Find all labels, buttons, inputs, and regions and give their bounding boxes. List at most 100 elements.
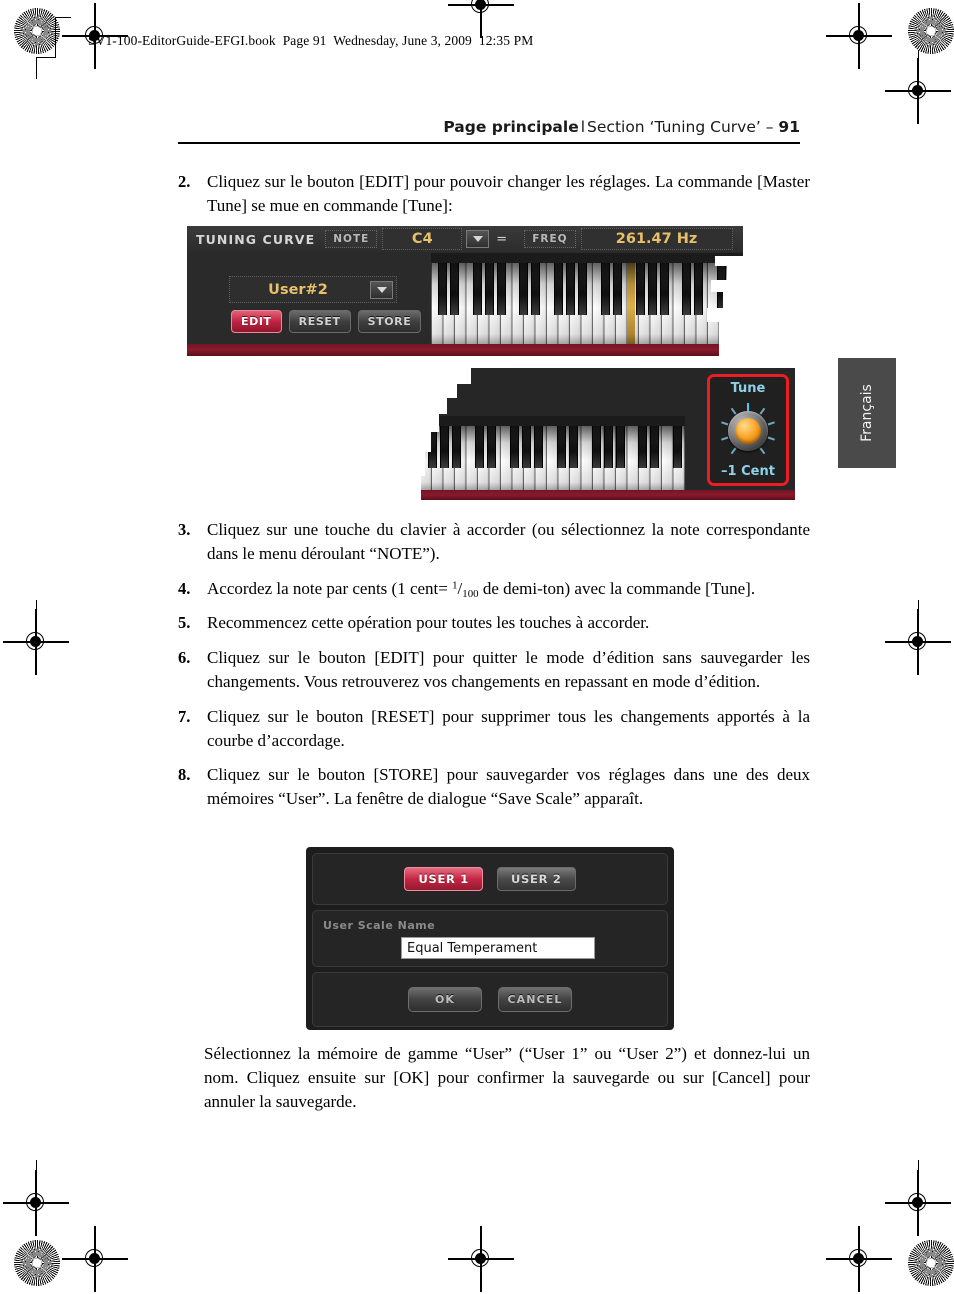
registration-mark-bottom-center: [448, 1226, 514, 1292]
step-item: 4. Accordez la note par cents (1 cent= 1…: [178, 577, 810, 601]
freq-label: FREQ: [524, 230, 576, 248]
cancel-button[interactable]: CANCEL: [498, 987, 572, 1012]
figure-torn-edge: [417, 368, 471, 384]
store-button[interactable]: STORE: [357, 310, 422, 333]
page-header-section: Section ‘Tuning Curve’ –: [587, 118, 774, 136]
keyboard-lid: [431, 253, 743, 263]
step-number: 2.: [178, 172, 191, 191]
registration-mark-bottom-left: [62, 1226, 128, 1292]
figure-torn-edge: [417, 398, 447, 414]
ok-button[interactable]: OK: [408, 987, 482, 1012]
figure-torn-edge: [707, 308, 787, 322]
registration-mark-top-right: [826, 3, 892, 69]
step-text: Accordez la note par cents (1 cent= 1/10…: [207, 578, 756, 600]
file-stamp: SV1-100-EditorGuide-EFGI.book Page 91 We…: [88, 33, 534, 48]
step-item: 8. Cliquez sur le bouton [STORE] pour sa…: [178, 763, 810, 811]
user-2-button[interactable]: USER 2: [497, 867, 576, 891]
registration-mark-bottom-right: [826, 1226, 892, 1292]
edit-button[interactable]: EDIT: [231, 310, 282, 333]
user-scale-name-section: User Scale Name Equal Temperament: [312, 910, 668, 967]
step-item: 2. Cliquez sur le bouton [EDIT] pour pou…: [178, 170, 810, 218]
figure-torn-edge: [417, 384, 457, 398]
user-memory-section: USER 1 USER 2: [312, 853, 668, 905]
figure-torn-edge: [417, 476, 421, 500]
step-text: Cliquez sur une touche du clavier à acco…: [207, 520, 810, 563]
user-scale-name-value: Equal Temperament: [407, 940, 538, 956]
keyboard-shading: [431, 263, 743, 344]
fraction-denominator: 100: [462, 587, 479, 600]
figure-tune-knob: Tune –1 Cent: [355, 368, 795, 500]
tuning-curve-buttons: EDIT RESET STORE: [231, 310, 422, 333]
step-text: Cliquez sur le bouton [RESET] pour suppr…: [207, 706, 810, 750]
tune-knob-cap[interactable]: [735, 418, 761, 444]
scale-selector-value: User#2: [268, 281, 328, 298]
step-number: 5.: [178, 613, 191, 633]
step-number: 3.: [178, 520, 191, 539]
tune-knob-panel: Tune –1 Cent: [707, 374, 789, 486]
registration-rosette-top-right: [908, 8, 954, 54]
figure-torn-edge: [417, 452, 425, 476]
figure-torn-edge: [417, 414, 439, 432]
figure-tuning-curve-panel: TUNING CURVE NOTE C4 = FREQ 261.47 Hz Us…: [187, 226, 787, 356]
fraction-numerator: 1: [452, 578, 458, 591]
page-header-title: Page principale: [443, 118, 579, 136]
closing-paragraph: Sélectionnez la mémoire de gamme “User” …: [204, 1044, 810, 1111]
tune-knob-title: Tune: [730, 381, 766, 396]
registration-rosette-bottom-right: [908, 1240, 954, 1286]
scale-selector[interactable]: User#2: [229, 276, 397, 303]
instruction-steps-continued: 3. Cliquez sur une touche du clavier à a…: [178, 518, 810, 822]
trim-line-left-lower: [36, 1160, 37, 1216]
user-scale-name-input[interactable]: Equal Temperament: [401, 937, 595, 959]
trim-line-right-upper: [918, 50, 919, 106]
language-tab: Français: [838, 358, 896, 468]
note-label: NOTE: [325, 230, 378, 248]
scale-dropdown-icon[interactable]: [370, 280, 393, 299]
figure-torn-edge: [417, 432, 431, 452]
step-text: Recommencez cette opération pour toutes …: [207, 613, 650, 633]
step-item: 6. Cliquez sur le bouton [EDIT] pour qui…: [178, 646, 810, 694]
page-number: 91: [778, 118, 800, 136]
figure-torn-edge: [727, 266, 787, 280]
language-tab-label: Français: [859, 384, 875, 442]
step-item: 5. Recommencez cette opération pour tout…: [178, 611, 810, 635]
trim-line-top-inner-vertical: [36, 57, 37, 79]
piano-felt-strip: [383, 490, 795, 500]
step-text-before-fraction: Accordez la note par cents (1 cent=: [207, 578, 453, 598]
figure-torn-edge: [711, 280, 787, 292]
step-text: Cliquez sur le bouton [STORE] pour sauve…: [207, 765, 810, 809]
trim-line-top-vertical: [55, 17, 56, 57]
header-rule: [178, 142, 800, 145]
step-number: 4.: [178, 578, 191, 598]
note-dropdown-icon[interactable]: [466, 230, 490, 248]
piano-felt-strip: [187, 344, 743, 356]
registration-rosette-bottom-left: [14, 1240, 60, 1286]
trim-line-left-edge: [36, 600, 37, 656]
figure-torn-edge: [715, 256, 787, 266]
piano-keyboard-upper[interactable]: [431, 253, 743, 344]
page-header: Page principale l Section ‘Tuning Curve’ –…: [178, 118, 800, 136]
page-header-separator: l: [580, 118, 586, 136]
equals-sign: =: [496, 231, 508, 247]
dialog-actions: OK CANCEL: [312, 972, 668, 1027]
trim-line-right-lower: [918, 1160, 919, 1216]
figure-torn-edge: [355, 368, 417, 500]
user-1-button[interactable]: USER 1: [404, 867, 483, 891]
figure-torn-edge: [719, 322, 787, 356]
user-scale-name-label: User Scale Name: [323, 919, 436, 932]
note-value[interactable]: C4: [382, 228, 463, 250]
tuning-curve-top-bar: TUNING CURVE NOTE C4 = FREQ 261.47 Hz: [187, 226, 743, 252]
instruction-steps: 2. Cliquez sur le bouton [EDIT] pour pou…: [178, 170, 810, 229]
figure-torn-edge: [723, 292, 787, 308]
step-item: 7. Cliquez sur le bouton [RESET] pour su…: [178, 705, 810, 753]
freq-value: 261.47 Hz: [580, 228, 733, 250]
figure-save-scale-dialog: USER 1 USER 2 User Scale Name Equal Temp…: [306, 847, 674, 1030]
trim-line-right-edge: [918, 600, 919, 656]
step-number: 6.: [178, 648, 191, 668]
step-text: Cliquez sur le bouton [EDIT] pour pouvoi…: [207, 172, 810, 215]
registration-mark-top-center: [448, 0, 514, 38]
reset-button[interactable]: RESET: [288, 310, 351, 333]
step-text-after-fraction: de demi-ton) avec la commande [Tune].: [478, 578, 756, 598]
tune-knob[interactable]: [720, 403, 776, 459]
tune-knob-value: –1 Cent: [721, 464, 775, 479]
tuning-curve-title: TUNING CURVE: [196, 231, 316, 247]
